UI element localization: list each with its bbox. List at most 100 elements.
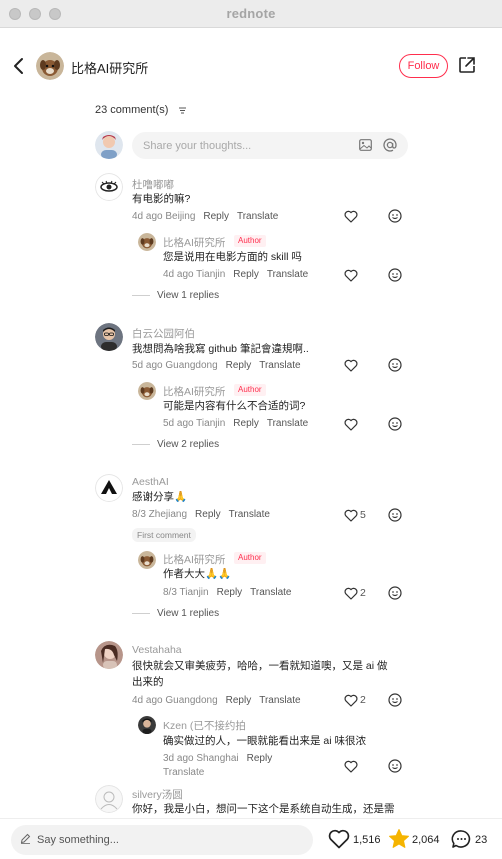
commenter-name[interactable]: AesthAI — [132, 476, 169, 488]
translate-button[interactable]: Translate — [237, 211, 278, 222]
view-replies-link[interactable]: View 2 replies — [132, 439, 219, 450]
commenter-avatar[interactable] — [95, 785, 123, 813]
view-replies-link[interactable]: View 1 replies — [132, 290, 219, 301]
reply-author-avatar[interactable] — [138, 233, 156, 251]
like-heart-icon[interactable] — [344, 269, 358, 282]
comment-meta: 8/3 Zhejiang Reply Translate — [132, 509, 270, 520]
comment-text-line-1: 很快就会又审美疲劳，哈哈，一看就知道噢，又是 ai 做 — [132, 660, 388, 672]
reply-text: 作者大大🙏🙏 — [163, 568, 232, 580]
reply-meta: 8/3 Tianjin Reply Translate — [163, 587, 292, 598]
first-comment-badge: First comment — [132, 528, 196, 542]
reply-author-avatar[interactable] — [138, 382, 156, 400]
react-face-icon[interactable] — [388, 586, 402, 600]
collect-star-icon[interactable] — [388, 828, 410, 850]
app-title: rednote — [226, 6, 276, 21]
translate-button[interactable]: Translate — [250, 587, 291, 598]
reply-author-avatar[interactable] — [138, 551, 156, 569]
reply-meta: 4d ago Tianjin Reply Translate — [163, 269, 308, 280]
like-heart-icon[interactable] — [344, 694, 358, 707]
reply-text: 您是说用在电影方面的 skill 吗 — [163, 251, 302, 263]
reply-author-name[interactable]: 比格AI研究所 — [163, 235, 225, 250]
comment-text: 有电影的嘛? — [132, 193, 191, 205]
reply-time-location: 5d ago Tianjin — [163, 418, 226, 429]
react-face-icon[interactable] — [388, 417, 402, 431]
post-collect-count: 2,064 — [412, 834, 440, 846]
reply-button[interactable]: Reply — [226, 360, 252, 371]
translate-button[interactable]: Translate — [259, 360, 300, 371]
share-icon[interactable] — [458, 56, 476, 74]
author-badge: Author — [234, 384, 266, 396]
react-face-icon[interactable] — [388, 358, 402, 372]
comment-count: 23 comment(s) — [95, 104, 169, 116]
react-face-icon[interactable] — [388, 759, 402, 773]
say-something-input[interactable] — [11, 825, 313, 855]
commenter-name[interactable]: 白云公园阿伯 — [132, 326, 195, 341]
commenter-name[interactable]: 杜噜嘟嘟 — [132, 177, 174, 192]
reply-button[interactable]: Reply — [226, 695, 252, 706]
like-count: 5 — [360, 509, 366, 521]
window-titlebar: rednote — [0, 0, 502, 28]
comment-text: 你好，我是小白，想问一下这个是系统自动生成，还是需 — [132, 803, 395, 815]
reply-author-name[interactable]: 比格AI研究所 — [163, 552, 225, 567]
post-comment-count: 23 — [475, 834, 488, 846]
reply-button[interactable]: Reply — [203, 211, 229, 222]
follow-button[interactable]: Follow — [399, 54, 448, 78]
comment-meta: 4d ago Guangdong Reply Translate — [132, 695, 301, 706]
mention-icon[interactable] — [383, 138, 397, 152]
reply-button[interactable]: Reply — [233, 269, 259, 280]
author-badge: Author — [234, 552, 266, 564]
sort-icon[interactable] — [178, 106, 187, 115]
reply-user-name[interactable]: Kzen (已不接约拍 — [163, 718, 246, 733]
commenter-avatar[interactable] — [95, 641, 123, 669]
reply-meta: 5d ago Tianjin Reply Translate — [163, 418, 308, 429]
react-face-icon[interactable] — [388, 693, 402, 707]
author-badge: Author — [234, 235, 266, 247]
react-face-icon[interactable] — [388, 209, 402, 223]
react-face-icon[interactable] — [388, 268, 402, 282]
reply-time-location: 4d ago Tianjin — [163, 269, 226, 280]
reply-button[interactable]: Reply — [247, 753, 273, 764]
commenter-avatar[interactable] — [95, 323, 123, 351]
comment-text-line-2: 出来的 — [132, 676, 164, 688]
like-heart-icon[interactable] — [344, 760, 358, 773]
reply-text: 确实做过的人，一眼就能看出来是 ai 味很浓 — [163, 735, 367, 747]
translate-button[interactable]: Translate — [267, 418, 308, 429]
translate-button[interactable]: Translate — [163, 767, 204, 778]
comment-bubble-icon[interactable] — [451, 829, 472, 849]
like-post-heart-icon[interactable] — [328, 829, 350, 849]
reply-text: 可能是内容有什么不合适的词? — [163, 400, 306, 412]
reply-time-location: 8/3 Tianjin — [163, 587, 209, 598]
reply-button[interactable]: Reply — [195, 509, 221, 520]
commenter-name[interactable]: silvery汤圆 — [132, 787, 183, 802]
reply-user-avatar[interactable] — [138, 716, 156, 734]
author-avatar[interactable] — [36, 52, 64, 80]
commenter-avatar[interactable] — [95, 474, 123, 502]
reply-button[interactable]: Reply — [233, 418, 259, 429]
like-heart-icon[interactable] — [344, 210, 358, 223]
comment-text: 我想問為啥我寫 github 筆記會違規啊.. — [132, 343, 309, 355]
reply-time-location: 3d ago Shanghai — [163, 753, 239, 764]
commenter-name[interactable]: Vestahaha — [132, 644, 182, 656]
author-name[interactable]: 比格AI研究所 — [71, 58, 148, 77]
comment-time-location: 4d ago Guangdong — [132, 695, 218, 706]
comment-time-location: 4d ago Beijing — [132, 211, 196, 222]
reply-button[interactable]: Reply — [217, 587, 243, 598]
translate-button[interactable]: Translate — [259, 695, 300, 706]
back-arrow-icon[interactable] — [10, 56, 28, 76]
like-heart-icon[interactable] — [344, 509, 358, 522]
bottom-action-bar: 1,516 2,064 23 — [0, 818, 502, 859]
like-heart-icon[interactable] — [344, 359, 358, 372]
commenter-avatar[interactable] — [95, 173, 123, 201]
image-icon[interactable] — [359, 139, 372, 151]
post-like-count: 1,516 — [353, 834, 381, 846]
comment-meta: 5d ago Guangdong Reply Translate — [132, 360, 301, 371]
like-heart-icon[interactable] — [344, 418, 358, 431]
reply-author-name[interactable]: 比格AI研究所 — [163, 384, 225, 399]
translate-button[interactable]: Translate — [267, 269, 308, 280]
react-face-icon[interactable] — [388, 508, 402, 522]
like-heart-icon[interactable] — [344, 587, 358, 600]
like-count: 2 — [360, 587, 366, 599]
pencil-icon — [20, 833, 31, 844]
translate-button[interactable]: Translate — [229, 509, 270, 520]
view-replies-link[interactable]: View 1 replies — [132, 608, 219, 619]
